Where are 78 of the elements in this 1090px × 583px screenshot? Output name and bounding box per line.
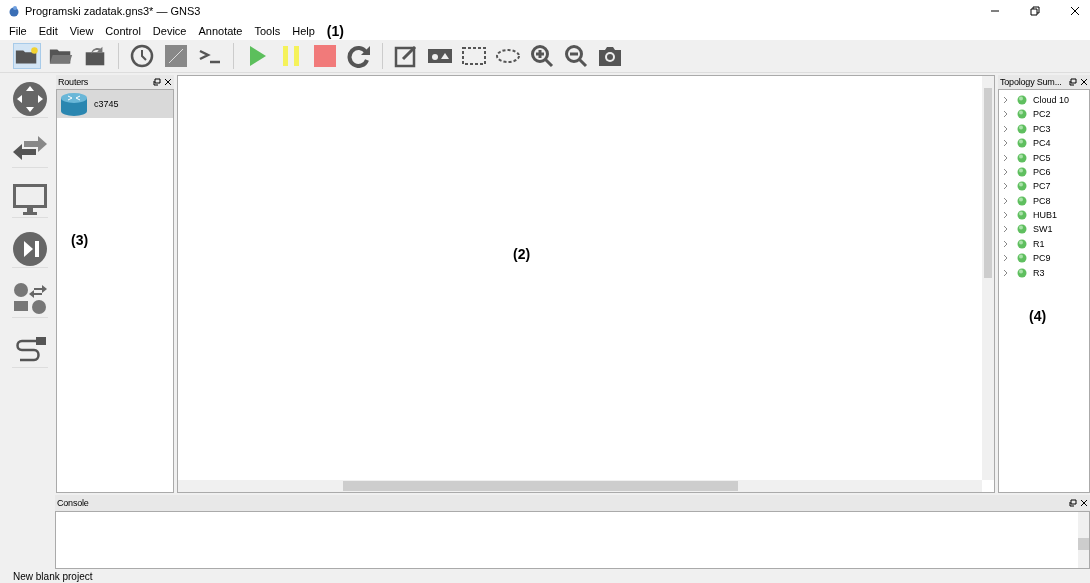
- all-devices-icon[interactable]: [12, 280, 48, 318]
- clock-icon[interactable]: [129, 43, 155, 68]
- status-dot-icon: [1017, 253, 1027, 264]
- router-icon[interactable]: [12, 80, 48, 118]
- status-text: New blank project: [13, 570, 93, 582]
- chevron-icon[interactable]: [1003, 110, 1009, 119]
- close-icon[interactable]: [1080, 499, 1088, 508]
- chevron-icon[interactable]: [1003, 167, 1009, 176]
- float-icon[interactable]: [153, 77, 161, 86]
- vertical-scrollbar[interactable]: [982, 75, 994, 481]
- chevron-icon[interactable]: [1003, 95, 1009, 104]
- annotation-label: (3): [71, 231, 89, 248]
- topology-node-label[interactable]: R1: [1033, 238, 1045, 249]
- topology-node-label[interactable]: PC3: [1033, 123, 1051, 134]
- status-dot-icon: [1017, 152, 1027, 163]
- status-dot-icon: [1017, 138, 1027, 149]
- topology-node-label[interactable]: PC9: [1033, 253, 1051, 264]
- status-dot-icon: [1017, 94, 1027, 105]
- chevron-icon[interactable]: [1003, 153, 1009, 162]
- chevron-icon[interactable]: [1003, 139, 1009, 148]
- topology-node-label[interactable]: PC8: [1033, 195, 1051, 206]
- topology-node-label[interactable]: PC6: [1033, 166, 1051, 177]
- chevron-icon[interactable]: [1003, 254, 1009, 263]
- router-icon: [60, 91, 88, 116]
- status-dot-icon: [1017, 123, 1027, 134]
- menu-item[interactable]: Edit: [38, 24, 58, 37]
- restore-icon[interactable]: [1030, 5, 1040, 16]
- reload-icon[interactable]: [346, 43, 372, 68]
- edit-note-icon[interactable]: [393, 43, 419, 68]
- router-list-item[interactable]: c3745: [57, 89, 173, 118]
- chevron-icon[interactable]: [1003, 239, 1009, 248]
- status-dot-icon: [1017, 210, 1027, 221]
- annotation-label: (2): [513, 245, 531, 262]
- status-dot-icon: [1017, 224, 1027, 235]
- close-icon[interactable]: [1070, 5, 1080, 16]
- panel-title: Routers: [58, 76, 89, 87]
- topology-node-label[interactable]: SW1: [1033, 224, 1053, 235]
- horizontal-scrollbar[interactable]: [178, 480, 982, 493]
- panel-title: Topology Sum...: [1000, 76, 1062, 87]
- topology-node-label[interactable]: PC5: [1033, 152, 1051, 163]
- topology-node-label[interactable]: HUB1: [1033, 210, 1057, 221]
- chevron-icon[interactable]: [1003, 211, 1009, 220]
- menu-item[interactable]: File: [9, 24, 27, 37]
- topology-node-label[interactable]: Cloud 10: [1033, 94, 1070, 105]
- zoom-in-icon[interactable]: [529, 43, 555, 68]
- status-dot-icon: [1017, 267, 1027, 278]
- skip-forward-icon[interactable]: [12, 230, 48, 268]
- annotation-label: (4): [1029, 307, 1047, 324]
- chevron-icon[interactable]: [1003, 182, 1009, 191]
- status-dot-icon: [1017, 181, 1027, 192]
- chevron-icon[interactable]: [1003, 268, 1009, 277]
- chevron-icon[interactable]: [1003, 196, 1009, 205]
- status-dot-icon: [1017, 195, 1027, 206]
- topology-node-label[interactable]: PC4: [1033, 138, 1051, 149]
- menu-item[interactable]: View: [69, 24, 94, 37]
- close-icon[interactable]: [1080, 77, 1088, 86]
- close-icon[interactable]: [164, 77, 172, 86]
- status-dot-icon: [1017, 238, 1027, 249]
- panel-title: Console: [57, 498, 89, 509]
- menu-item[interactable]: Device: [152, 24, 187, 37]
- menu-item[interactable]: Help: [292, 24, 315, 37]
- zoom-out-icon[interactable]: [563, 43, 589, 68]
- menu-item[interactable]: Control: [105, 24, 141, 37]
- topology-node-label[interactable]: R3: [1033, 267, 1045, 278]
- chevron-icon[interactable]: [1003, 124, 1009, 133]
- topology-node-label[interactable]: PC7: [1033, 181, 1051, 192]
- app-logo-icon: [8, 4, 20, 17]
- status-dot-icon: [1017, 166, 1027, 177]
- menu-item[interactable]: Tools: [254, 24, 281, 37]
- topology-node-label[interactable]: PC2: [1033, 109, 1051, 120]
- window-title: Programski zadatak.gns3* — GNS3: [25, 4, 201, 17]
- status-dot-icon: [1017, 109, 1027, 120]
- annotation-label: (1): [326, 22, 344, 39]
- chevron-icon[interactable]: [1003, 225, 1009, 234]
- menu-item[interactable]: Annotate: [198, 24, 243, 37]
- new-folder-icon[interactable]: [14, 43, 40, 68]
- float-icon[interactable]: [1069, 77, 1077, 86]
- float-icon[interactable]: [1069, 499, 1077, 508]
